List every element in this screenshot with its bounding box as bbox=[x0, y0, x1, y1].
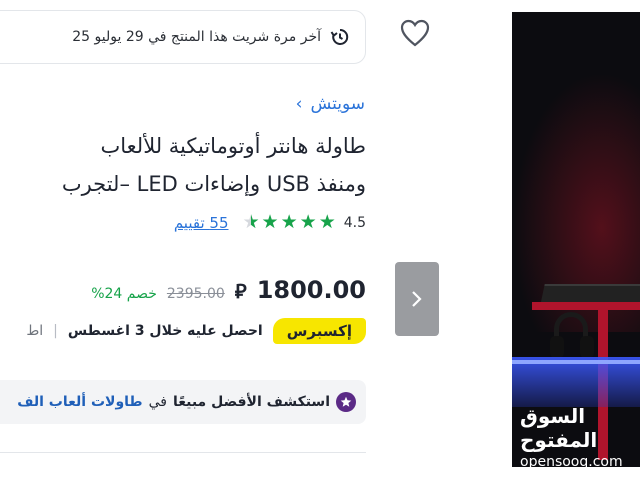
star-icon: ★ bbox=[280, 211, 298, 233]
wishlist-heart-button[interactable] bbox=[396, 14, 434, 52]
rating-row: 4.5 ★ ★ ★ ★ ★ 55 تقييم bbox=[174, 211, 366, 233]
star-icon: ★ bbox=[318, 211, 336, 233]
watermark-arabic: السوق المفتوح bbox=[520, 404, 598, 452]
rating-value: 4.5 bbox=[343, 214, 366, 231]
half-star-icon: ★ bbox=[243, 213, 260, 233]
gallery-next-button[interactable] bbox=[395, 262, 439, 336]
breadcrumb: سويتش › bbox=[296, 94, 365, 114]
bestseller-banner[interactable]: استكشف الأفضل مبيعًا في طاولات ألعاب الف bbox=[0, 380, 366, 424]
chevron-icon: › bbox=[295, 94, 303, 114]
product-title-line-1: طاولة هانتر أوتوماتيكية للألعاب bbox=[100, 134, 367, 158]
discount-label: خصم 24% bbox=[91, 286, 157, 302]
express-badge: إكسبرس bbox=[272, 318, 366, 344]
chevron-right-icon bbox=[412, 291, 422, 307]
purchase-history-banner: آخر مرة شريت هذا المنتج في 29 يوليو 25 bbox=[0, 10, 366, 64]
divider: | bbox=[53, 323, 58, 339]
reviews-link[interactable]: 55 تقييم bbox=[174, 214, 229, 232]
purchase-history-text: آخر مرة شريت هذا المنتج في 29 يوليو 25 bbox=[72, 29, 321, 45]
bestseller-in: في bbox=[148, 394, 167, 410]
currency-icon: ⃁ bbox=[234, 279, 247, 303]
bestseller-category-link[interactable]: طاولات ألعاب الف bbox=[17, 394, 142, 410]
led-strip bbox=[512, 360, 640, 364]
old-price: 2395.00 bbox=[166, 286, 225, 302]
price-row: 1800.00 ⃁ 2395.00 خصم 24% bbox=[91, 276, 366, 304]
star-badge-icon bbox=[336, 392, 356, 412]
history-icon bbox=[329, 26, 351, 48]
watermark-english: opensooq.com bbox=[520, 454, 623, 467]
heart-icon bbox=[400, 19, 430, 47]
opensooq-watermark: السوق المفتوح opensooq.com bbox=[520, 404, 640, 467]
bestseller-text: استكشف الأفضل مبيعًا bbox=[172, 394, 330, 410]
current-price: 1800.00 bbox=[256, 276, 366, 304]
star-icon: ★ bbox=[299, 211, 317, 233]
delivery-extra-text: اط bbox=[26, 323, 44, 339]
headphone-cup bbox=[580, 336, 594, 358]
product-image[interactable]: السوق المفتوح opensooq.com bbox=[512, 12, 640, 467]
product-title-line-2: ومنفذ USB وإضاءات LED –لتجرب bbox=[61, 172, 366, 196]
led-strip-glow bbox=[512, 357, 640, 407]
delivery-estimate: احصل عليه خلال 3 اغسطس bbox=[67, 323, 263, 339]
spacer bbox=[366, 0, 512, 480]
headphone-cup bbox=[550, 336, 564, 358]
star-icon: ★ bbox=[261, 211, 279, 233]
rating-stars: ★ ★ ★ ★ ★ bbox=[243, 211, 336, 233]
breadcrumb-brand-link[interactable]: سويتش bbox=[310, 94, 365, 114]
delivery-row: إكسبرس احصل عليه خلال 3 اغسطس | اط bbox=[26, 318, 366, 344]
divider bbox=[0, 452, 366, 453]
desk-edge bbox=[532, 302, 640, 310]
